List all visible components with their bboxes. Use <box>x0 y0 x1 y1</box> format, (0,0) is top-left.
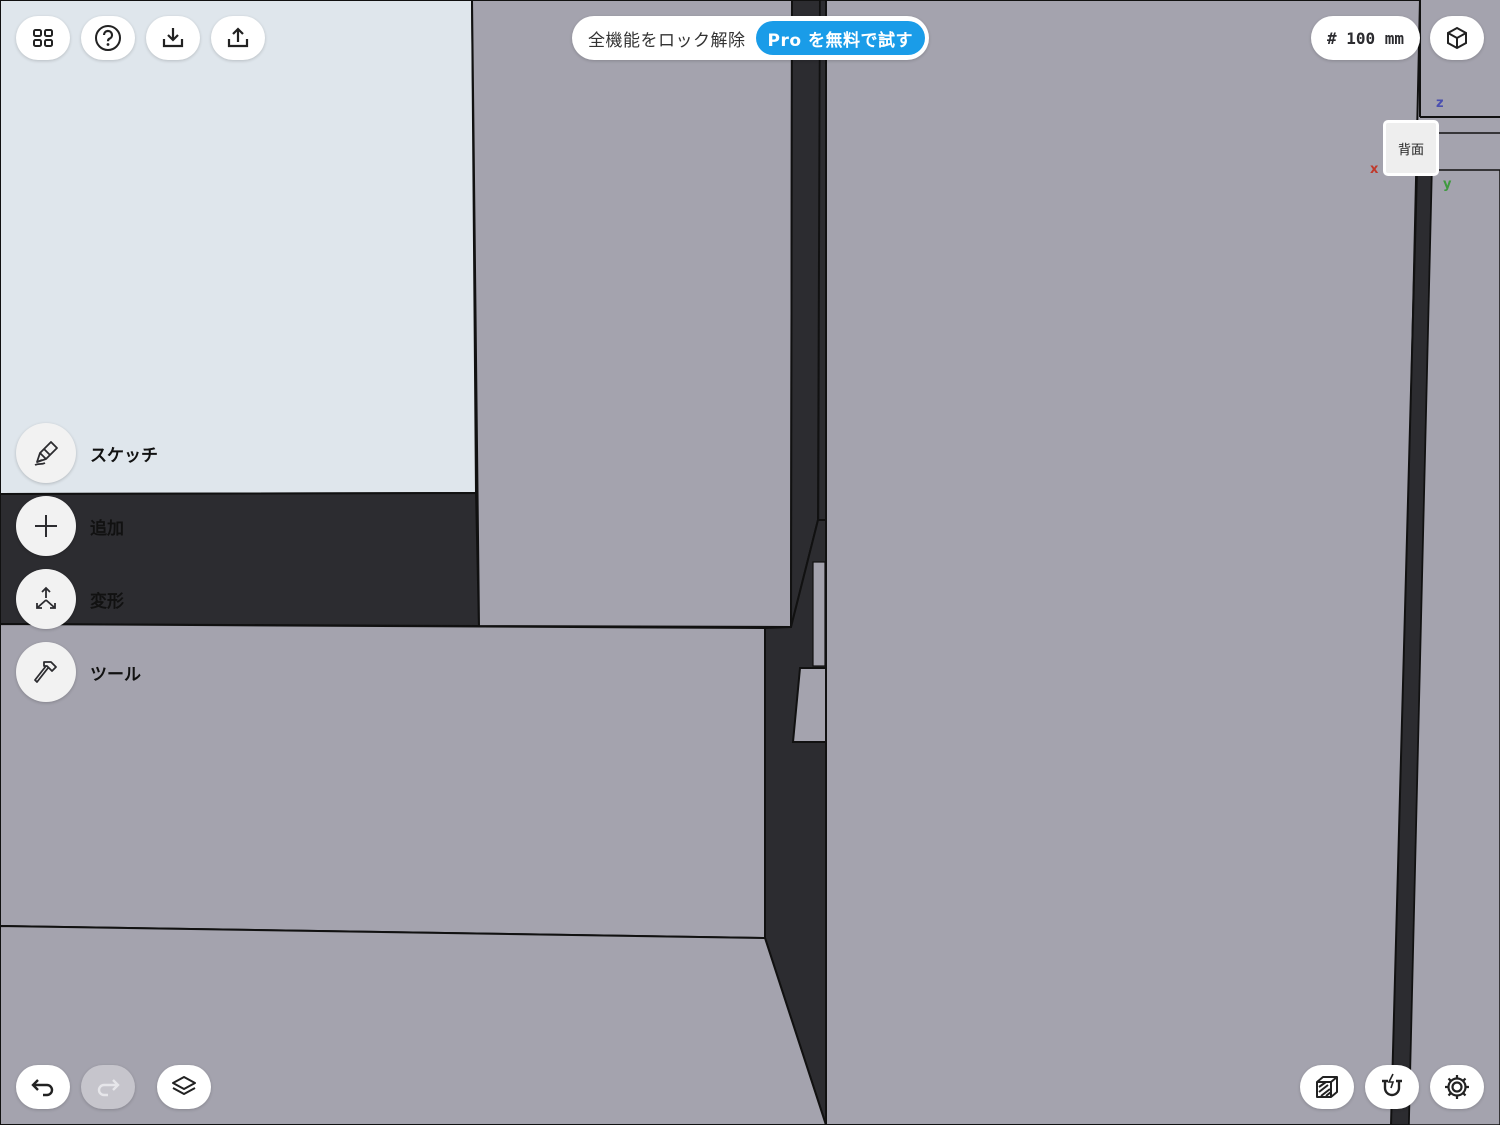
snap-magnet-icon <box>1382 1073 1402 1097</box>
add-menu-item[interactable]: 追加 <box>16 496 124 556</box>
snap-button[interactable] <box>1365 1065 1419 1109</box>
tools-menu-item[interactable]: ツール <box>16 642 141 702</box>
sketch-pen-icon <box>34 441 58 466</box>
sketch-menu-item[interactable]: スケッチ <box>16 423 158 483</box>
center-block-face <box>470 0 794 629</box>
plus-icon <box>35 515 57 537</box>
axis-x-label: x <box>1370 162 1379 177</box>
hammer-icon <box>34 661 57 683</box>
undo-icon <box>31 1079 54 1097</box>
tools-button[interactable] <box>16 642 76 702</box>
layers-icon <box>172 1076 196 1095</box>
grid-button[interactable] <box>16 16 70 60</box>
tools-label: ツール <box>90 664 141 685</box>
cube-icon <box>1447 26 1467 50</box>
settings-gear-icon <box>1445 1075 1469 1099</box>
view-cube[interactable]: 背面 <box>1379 116 1443 180</box>
download-button[interactable] <box>146 16 200 60</box>
light-face <box>0 0 478 496</box>
help-icon <box>95 25 121 51</box>
3d-viewport[interactable] <box>0 0 1500 1125</box>
transform-menu-item[interactable]: 変形 <box>16 569 124 629</box>
section-view-icon <box>1316 1076 1338 1098</box>
settings-button[interactable] <box>1430 1065 1484 1109</box>
sketch-label: スケッチ <box>90 445 158 466</box>
view-mode-button[interactable] <box>1430 16 1484 60</box>
download-icon <box>162 28 184 48</box>
redo-icon <box>97 1079 120 1097</box>
promo-text: 全機能をロック解除 <box>588 30 746 51</box>
redo-button[interactable] <box>81 1065 135 1109</box>
light-slot <box>812 561 826 667</box>
view-cube-face[interactable]: 背面 <box>1383 120 1439 176</box>
share-icon <box>227 27 249 48</box>
axis-z-label: z <box>1436 96 1444 111</box>
layers-button[interactable] <box>157 1065 211 1109</box>
section-view-button[interactable] <box>1300 1065 1354 1109</box>
unlock-promo-banner[interactable]: 全機能をロック解除 Pro を無料で試す <box>572 16 929 60</box>
right-wall-face <box>825 0 1422 1125</box>
transform-button[interactable] <box>16 569 76 629</box>
add-button[interactable] <box>16 496 76 556</box>
axis-y-label: y <box>1443 177 1452 192</box>
sketch-button[interactable] <box>16 423 76 483</box>
grid-size-button[interactable]: # 100 mm <box>1310 16 1420 60</box>
add-label: 追加 <box>90 518 124 539</box>
undo-button[interactable] <box>16 1065 70 1109</box>
transform-arrows-icon <box>36 586 56 609</box>
transform-label: 変形 <box>90 591 124 612</box>
help-button[interactable] <box>81 16 135 60</box>
grid-icon <box>33 29 53 47</box>
try-pro-button[interactable]: Pro を無料で試す <box>755 21 925 55</box>
share-button[interactable] <box>211 16 265 60</box>
